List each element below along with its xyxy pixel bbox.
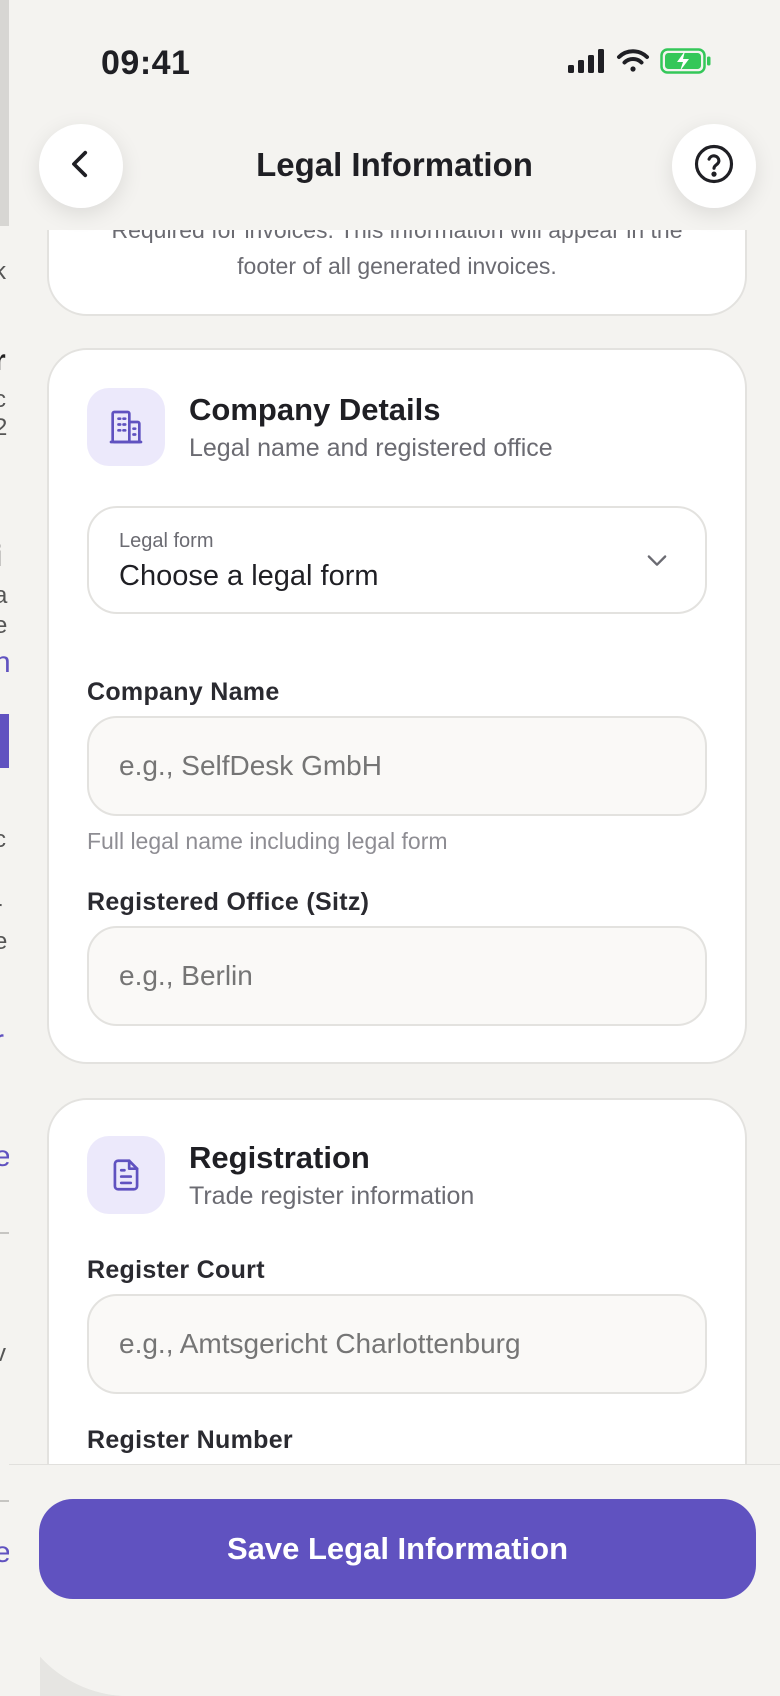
company-name-input[interactable] <box>87 716 707 816</box>
register-court-label: Register Court <box>87 1256 265 1284</box>
background-fragment: r <box>0 1024 4 1058</box>
background-fragment: e <box>0 612 8 639</box>
company-name-label: Company Name <box>87 678 280 706</box>
background-fragment: e <box>0 928 8 955</box>
company-details-title: Company Details <box>189 392 441 427</box>
help-button[interactable] <box>672 124 756 208</box>
document-icon <box>87 1136 165 1214</box>
background-fragment: r <box>0 344 6 378</box>
registered-office-label: Registered Office (Sitz) <box>87 888 370 916</box>
legal-form-select[interactable]: Legal form Choose a legal form <box>87 506 707 614</box>
background-fragment: r <box>0 896 2 924</box>
background-fragment: 2 <box>0 414 8 441</box>
status-icons <box>568 48 712 79</box>
company-details-subtitle: Legal name and registered office <box>189 434 553 462</box>
save-legal-info-button[interactable]: Save Legal Information <box>39 1499 756 1599</box>
background-fragment: v <box>0 1340 6 1367</box>
registration-card: Registration Trade register information … <box>47 1098 747 1464</box>
status-time: 09:41 <box>101 44 191 82</box>
register-court-input[interactable] <box>87 1294 707 1394</box>
registration-subtitle: Trade register information <box>189 1182 475 1210</box>
legal-form-value: Choose a legal form <box>119 560 379 592</box>
wifi-icon <box>616 48 650 79</box>
registered-office-input[interactable] <box>87 926 707 1026</box>
register-number-label: Register Number <box>87 1426 293 1454</box>
battery-charging-icon <box>660 48 712 79</box>
signal-icon <box>568 49 606 78</box>
background-fragment: i <box>0 540 2 574</box>
background-fragment: c <box>0 386 6 413</box>
status-bar: 09:41 <box>9 0 780 120</box>
nav-header: Legal Information <box>9 110 780 230</box>
legal-information-sheet: Required for invoices. This information … <box>9 0 780 1696</box>
building-icon <box>87 388 165 466</box>
registration-title: Registration <box>189 1140 370 1175</box>
background-fragment: a <box>0 582 8 609</box>
page-title: Legal Information <box>256 146 533 183</box>
background-fragment: k <box>0 258 6 285</box>
company-details-card: Company Details Legal name and registere… <box>47 348 747 1064</box>
bottom-action-bar: Save Legal Information <box>9 1464 780 1696</box>
chevron-down-icon <box>643 546 671 579</box>
company-name-help: Full legal name including legal form <box>87 828 448 854</box>
legal-form-label: Legal form <box>119 530 214 552</box>
background-fragment: c <box>0 826 6 853</box>
help-circle-icon <box>693 143 735 190</box>
